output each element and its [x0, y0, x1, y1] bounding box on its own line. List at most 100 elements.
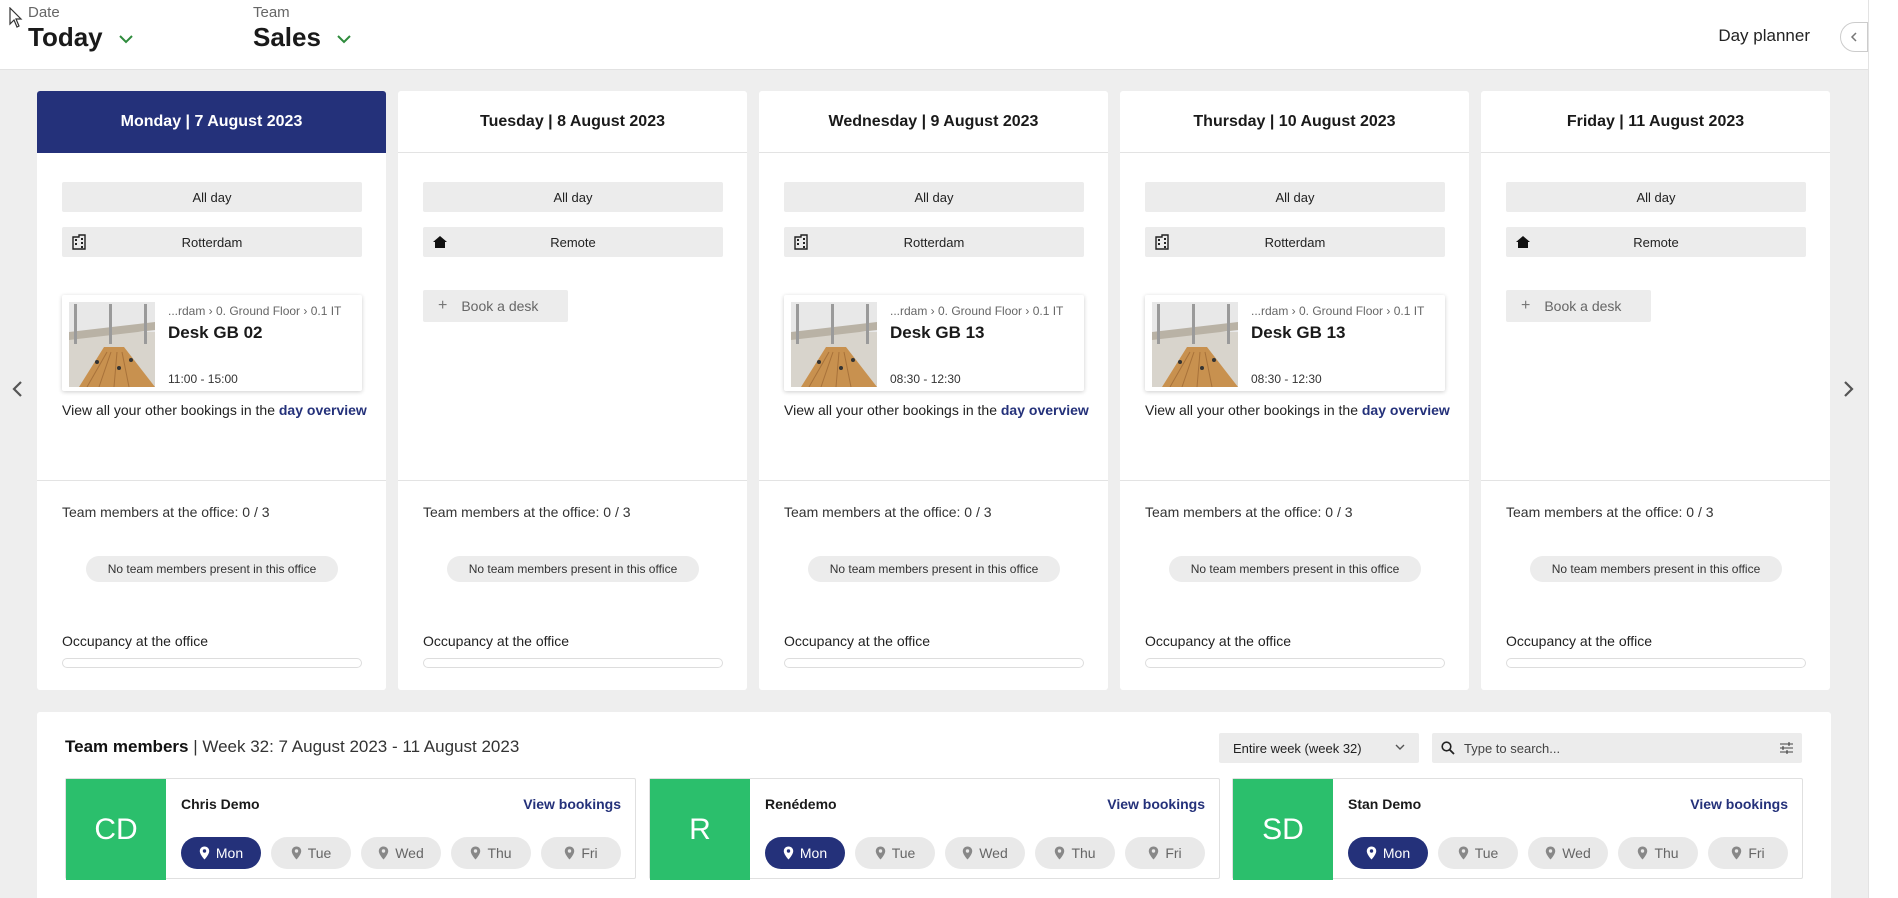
week-range-select[interactable]: Entire week (week 32) — [1219, 733, 1419, 763]
day-chip-label: Wed — [979, 845, 1008, 861]
plus-icon: + — [1521, 297, 1531, 314]
member-day-chips: Mon Tue Wed Thu Fri — [765, 837, 1205, 869]
day-overview-text: View all your other bookings in the day … — [1145, 402, 1450, 418]
day-chip-fri[interactable]: Fri — [1125, 837, 1205, 869]
day-chip-mon[interactable]: Mon — [181, 837, 261, 869]
search-input[interactable] — [1464, 733, 1764, 763]
view-bookings-link[interactable]: View bookings — [523, 796, 621, 812]
member-name: Renédemo — [765, 796, 837, 812]
booking-card[interactable]: ...rdam › 0. Ground Floor › 0.1 IT Desk … — [1145, 295, 1445, 391]
book-desk-button[interactable]: + Book a desk — [1506, 290, 1651, 322]
next-week-button[interactable] — [1836, 376, 1862, 402]
day-chip-tue[interactable]: Tue — [855, 837, 935, 869]
building-icon — [1155, 234, 1169, 250]
collapse-panel-button[interactable] — [1840, 22, 1868, 52]
location-selector[interactable]: Rotterdam — [62, 227, 362, 257]
location-pin-icon — [963, 846, 973, 860]
location-pin-icon — [1638, 846, 1648, 860]
member-card-renedemo: R Renédemo View bookings Mon Tue Wed Thu… — [649, 778, 1220, 880]
location-pin-icon — [565, 846, 575, 860]
day-chip-label: Thu — [487, 845, 512, 861]
booking-card[interactable]: ...rdam › 0. Ground Floor › 0.1 IT Desk … — [62, 295, 362, 391]
no-members-badge: No team members present in this office — [1530, 556, 1782, 582]
date-filter[interactable]: Date Today — [28, 5, 133, 53]
location-pin-icon — [1732, 846, 1742, 860]
book-desk-label: Book a desk — [1544, 298, 1622, 314]
day-chip-thu[interactable]: Thu — [1618, 837, 1698, 869]
desk-name: Desk GB 02 — [168, 323, 263, 342]
day-overview-link[interactable]: day overview — [279, 402, 367, 418]
day-overview-link[interactable]: day overview — [1362, 402, 1450, 418]
no-members-badge: No team members present in this office — [447, 556, 699, 582]
day-chip-thu[interactable]: Thu — [1035, 837, 1115, 869]
chevron-left-icon — [12, 381, 22, 397]
period-selector[interactable]: All day — [1506, 182, 1806, 212]
book-desk-button[interactable]: + Book a desk — [423, 290, 568, 322]
no-members-badge: No team members present in this office — [86, 556, 338, 582]
day-title[interactable]: Friday | 11 August 2023 — [1481, 91, 1830, 153]
view-bookings-link[interactable]: View bookings — [1107, 796, 1205, 812]
occupancy-bar — [1506, 658, 1806, 668]
day-chip-wed[interactable]: Wed — [1528, 837, 1608, 869]
day-title[interactable]: Wednesday | 9 August 2023 — [759, 91, 1108, 153]
desk-location-path: ...rdam › 0. Ground Floor › 0.1 IT — [168, 304, 342, 318]
overview-text: View all your other bookings in the — [784, 402, 997, 418]
booking-card[interactable]: ...rdam › 0. Ground Floor › 0.1 IT Desk … — [784, 295, 1084, 391]
day-chip-label: Tue — [891, 845, 916, 861]
member-card-chris-demo: CD Chris Demo View bookings Mon Tue Wed … — [65, 778, 636, 880]
day-title[interactable]: Monday | 7 August 2023 — [37, 91, 386, 153]
location-selector[interactable]: Remote — [423, 227, 723, 257]
day-chip-label: Mon — [215, 845, 244, 861]
day-chip-label: Thu — [1654, 845, 1679, 861]
view-bookings-link[interactable]: View bookings — [1690, 796, 1788, 812]
occupancy-label: Occupancy at the office — [423, 633, 570, 649]
day-chip-thu[interactable]: Thu — [451, 837, 531, 869]
location-pin-icon — [875, 846, 885, 860]
location-pin-icon — [1546, 846, 1556, 860]
team-members-count: Team members at the office: 0 / 3 — [423, 504, 631, 520]
filter-sliders-icon[interactable] — [1779, 741, 1794, 755]
day-chip-fri[interactable]: Fri — [541, 837, 621, 869]
team-filter-label: Team — [253, 4, 290, 21]
no-members-badge: No team members present in this office — [1169, 556, 1421, 582]
day-title[interactable]: Thursday | 10 August 2023 — [1120, 91, 1469, 153]
team-members-panel: Team members | Week 32: 7 August 2023 - … — [37, 712, 1831, 898]
week-range-value: Entire week (week 32) — [1233, 740, 1362, 756]
divider — [1481, 480, 1830, 481]
period-selector[interactable]: All day — [62, 182, 362, 212]
team-panel-week: | Week 32: 7 August 2023 - 11 August 202… — [188, 737, 520, 756]
day-chip-mon[interactable]: Mon — [765, 837, 845, 869]
period-selector[interactable]: All day — [784, 182, 1084, 212]
location-pin-icon — [291, 846, 301, 860]
date-filter-value[interactable]: Today — [28, 22, 103, 52]
avatar: CD — [66, 779, 166, 880]
day-card-wednesday: Wednesday | 9 August 2023 All day Rotter… — [759, 91, 1108, 690]
day-card-friday: Friday | 11 August 2023 All day Remote +… — [1481, 91, 1830, 690]
day-chip-wed[interactable]: Wed — [361, 837, 441, 869]
divider — [759, 480, 1108, 481]
team-filter-value[interactable]: Sales — [253, 22, 321, 52]
period-selector[interactable]: All day — [423, 182, 723, 212]
page-title: Day planner — [1718, 26, 1810, 45]
location-selector[interactable]: Remote — [1506, 227, 1806, 257]
day-chip-fri[interactable]: Fri — [1708, 837, 1788, 869]
member-search[interactable] — [1432, 733, 1802, 763]
period-selector[interactable]: All day — [1145, 182, 1445, 212]
home-icon — [1516, 236, 1530, 248]
desk-name: Desk GB 13 — [890, 323, 985, 342]
chevron-down-icon[interactable] — [337, 31, 352, 47]
location-pin-icon — [783, 846, 794, 860]
team-filter[interactable]: Team Sales — [253, 4, 352, 53]
previous-week-button[interactable] — [4, 376, 30, 402]
day-chip-tue[interactable]: Tue — [1438, 837, 1518, 869]
day-overview-link[interactable]: day overview — [1001, 402, 1089, 418]
desk-photo — [791, 302, 877, 387]
day-chip-tue[interactable]: Tue — [271, 837, 351, 869]
day-chip-wed[interactable]: Wed — [945, 837, 1025, 869]
location-selector[interactable]: Rotterdam — [784, 227, 1084, 257]
chevron-down-icon[interactable] — [119, 31, 133, 47]
scrollbar[interactable] — [1868, 0, 1898, 898]
day-chip-mon[interactable]: Mon — [1348, 837, 1428, 869]
day-title[interactable]: Tuesday | 8 August 2023 — [398, 91, 747, 153]
location-selector[interactable]: Rotterdam — [1145, 227, 1445, 257]
